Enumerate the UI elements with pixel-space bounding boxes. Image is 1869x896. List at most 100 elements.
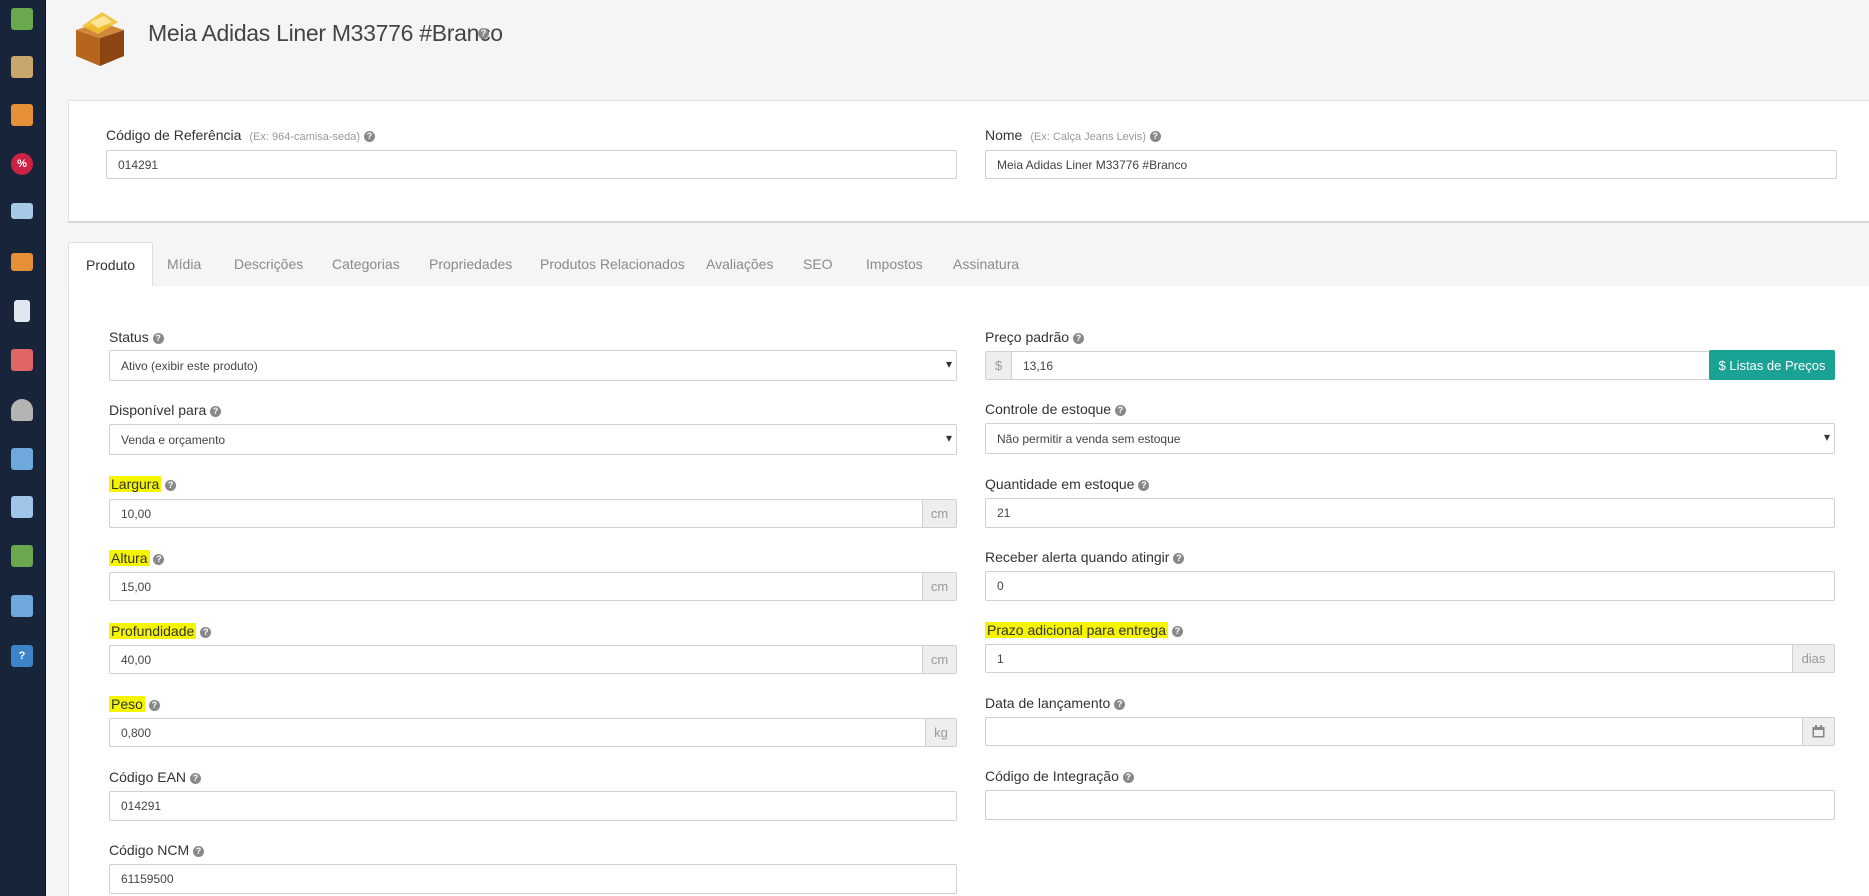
help-icon[interactable]: ? — [148, 699, 160, 711]
prazo-input[interactable]: 1 dias — [985, 644, 1835, 673]
largura-value: 10,00 — [121, 506, 152, 521]
tab-impostos[interactable]: Impostos — [849, 242, 940, 286]
tab-categorias[interactable]: Categorias — [315, 242, 417, 286]
tab-descricoes[interactable]: Descrições — [217, 242, 320, 286]
data-lancamento-label-text: Data de lançamento — [985, 695, 1111, 711]
user-icon[interactable] — [11, 399, 33, 421]
help-icon[interactable]: ? — [1122, 771, 1134, 783]
status-label: Status ? — [109, 329, 164, 345]
tab-midia[interactable]: Mídia — [150, 242, 218, 286]
box-icon[interactable] — [11, 104, 33, 126]
help-icon[interactable]: ? — [210, 405, 222, 417]
help-icon[interactable]: ? — [1072, 332, 1084, 344]
sidebar: % ? — [0, 0, 46, 896]
profundidade-input[interactable]: 40,00 cm — [109, 645, 957, 674]
help-icon[interactable]: ? — [165, 479, 177, 491]
peso-input[interactable]: 0,800 kg — [109, 718, 957, 747]
help-icon[interactable]: ? — [478, 28, 489, 39]
cube-icon[interactable] — [11, 8, 33, 30]
image-icon[interactable] — [11, 448, 33, 470]
disponivel-label: Disponível para ? — [109, 402, 222, 418]
altura-input[interactable]: 15,00 cm — [109, 572, 957, 601]
ncm-label: Código NCM ? — [109, 842, 205, 858]
devices-icon[interactable] — [11, 496, 33, 518]
reference-code-label: Código de Referência (Ex: 964-camisa-seda… — [106, 127, 375, 143]
unit-kg-addon: kg — [925, 719, 956, 746]
reference-code-input[interactable]: 014291 — [106, 150, 957, 179]
peso-label-text: Peso — [109, 696, 145, 712]
building-icon[interactable] — [11, 56, 33, 78]
name-label: Nome (Ex: Calça Jeans Levis) ? — [985, 127, 1161, 143]
alerta-input[interactable]: 0 — [985, 571, 1835, 601]
document-icon[interactable] — [14, 300, 30, 322]
card-icon[interactable] — [11, 203, 33, 219]
tab-produtos-relacionados[interactable]: Produtos Relacionados — [523, 242, 702, 286]
name-input[interactable]: Meia Adidas Liner M33776 #Branco — [985, 150, 1837, 179]
peso-value: 0,800 — [121, 725, 152, 740]
help-icon[interactable]: ? — [1171, 625, 1183, 637]
preco-input[interactable]: $ 13,16 — [985, 351, 1711, 380]
page-title: Meia Adidas Liner M33776 #Branco — [148, 20, 503, 46]
help-icon[interactable]: ? — [1114, 404, 1126, 416]
users-icon[interactable] — [11, 349, 33, 371]
help-icon[interactable]: ? — [153, 553, 165, 565]
product-box-icon — [68, 8, 130, 68]
chart-icon[interactable] — [11, 545, 33, 567]
product-identity-card: Código de Referência (Ex: 964-camisa-seda… — [68, 100, 1869, 223]
currency-addon: $ — [986, 352, 1012, 379]
integracao-input[interactable] — [985, 790, 1835, 820]
prazo-label-text: Prazo adicional para entrega — [985, 622, 1169, 638]
tab-seo[interactable]: SEO — [786, 242, 850, 286]
help-icon[interactable]: ? — [1138, 479, 1150, 491]
ean-input[interactable]: 014291 — [109, 791, 957, 821]
tab-avaliacoes[interactable]: Avaliações — [689, 242, 790, 286]
help-icon[interactable]: ? — [200, 626, 212, 638]
truck-icon[interactable] — [11, 253, 33, 271]
tab-assinatura[interactable]: Assinatura — [936, 242, 1036, 286]
largura-input[interactable]: 10,00 cm — [109, 499, 957, 528]
discount-icon[interactable]: % — [11, 153, 33, 175]
largura-label: Largura ? — [109, 476, 177, 492]
calendar-icon[interactable] — [1802, 718, 1834, 745]
help-icon[interactable]: ? — [152, 332, 164, 344]
ncm-input[interactable]: 61159500 — [109, 864, 957, 894]
name-hint: (Ex: Calça Jeans Levis) — [1030, 131, 1146, 143]
status-label-text: Status — [109, 329, 149, 345]
integracao-label: Código de Integração ? — [985, 768, 1134, 784]
tab-produto[interactable]: Produto — [68, 242, 154, 287]
prazo-value: 1 — [997, 651, 1004, 666]
help-icon[interactable]: ? — [363, 130, 375, 142]
unit-cm-addon: cm — [922, 500, 956, 527]
altura-label-text: Altura — [109, 550, 150, 566]
help-icon[interactable]: ? — [1149, 130, 1161, 142]
help-icon[interactable]: ? — [189, 772, 201, 784]
help-icon[interactable]: ? — [1173, 552, 1185, 564]
profundidade-value: 40,00 — [121, 652, 152, 667]
name-label-text: Nome — [985, 127, 1023, 143]
quantidade-input[interactable]: 21 — [985, 498, 1835, 528]
help-icon[interactable]: ? — [11, 645, 33, 667]
help-icon[interactable]: ? — [1114, 698, 1126, 710]
help-icon[interactable]: ? — [193, 845, 205, 857]
controle-select[interactable]: Não permitir a venda sem estoque — [985, 423, 1835, 454]
altura-value: 15,00 — [121, 579, 152, 594]
status-select[interactable]: Ativo (exibir este produto) — [109, 350, 957, 381]
ncm-label-text: Código NCM — [109, 842, 190, 858]
peso-label: Peso ? — [109, 696, 160, 712]
disponivel-label-text: Disponível para — [109, 402, 207, 418]
alerta-label-text: Receber alerta quando atingir — [985, 549, 1170, 565]
unit-cm-addon: cm — [922, 573, 956, 600]
disponivel-select[interactable]: Venda e orçamento — [109, 424, 957, 455]
profundidade-label: Profundidade ? — [109, 623, 212, 639]
price-lists-button[interactable]: $ Listas de Preços — [1709, 350, 1835, 380]
quantidade-label-text: Quantidade em estoque — [985, 476, 1135, 492]
reference-code-hint: (Ex: 964-camisa-seda) — [249, 131, 361, 143]
preco-label: Preço padrão ? — [985, 329, 1084, 345]
settings-icon[interactable] — [11, 595, 33, 617]
ean-label: Código EAN ? — [109, 769, 201, 785]
prazo-label: Prazo adicional para entrega ? — [985, 622, 1183, 638]
data-lancamento-input[interactable] — [985, 717, 1835, 746]
unit-dias-addon: dias — [1792, 645, 1834, 672]
tab-propriedades[interactable]: Propriedades — [412, 242, 529, 286]
quantidade-label: Quantidade em estoque ? — [985, 476, 1150, 492]
